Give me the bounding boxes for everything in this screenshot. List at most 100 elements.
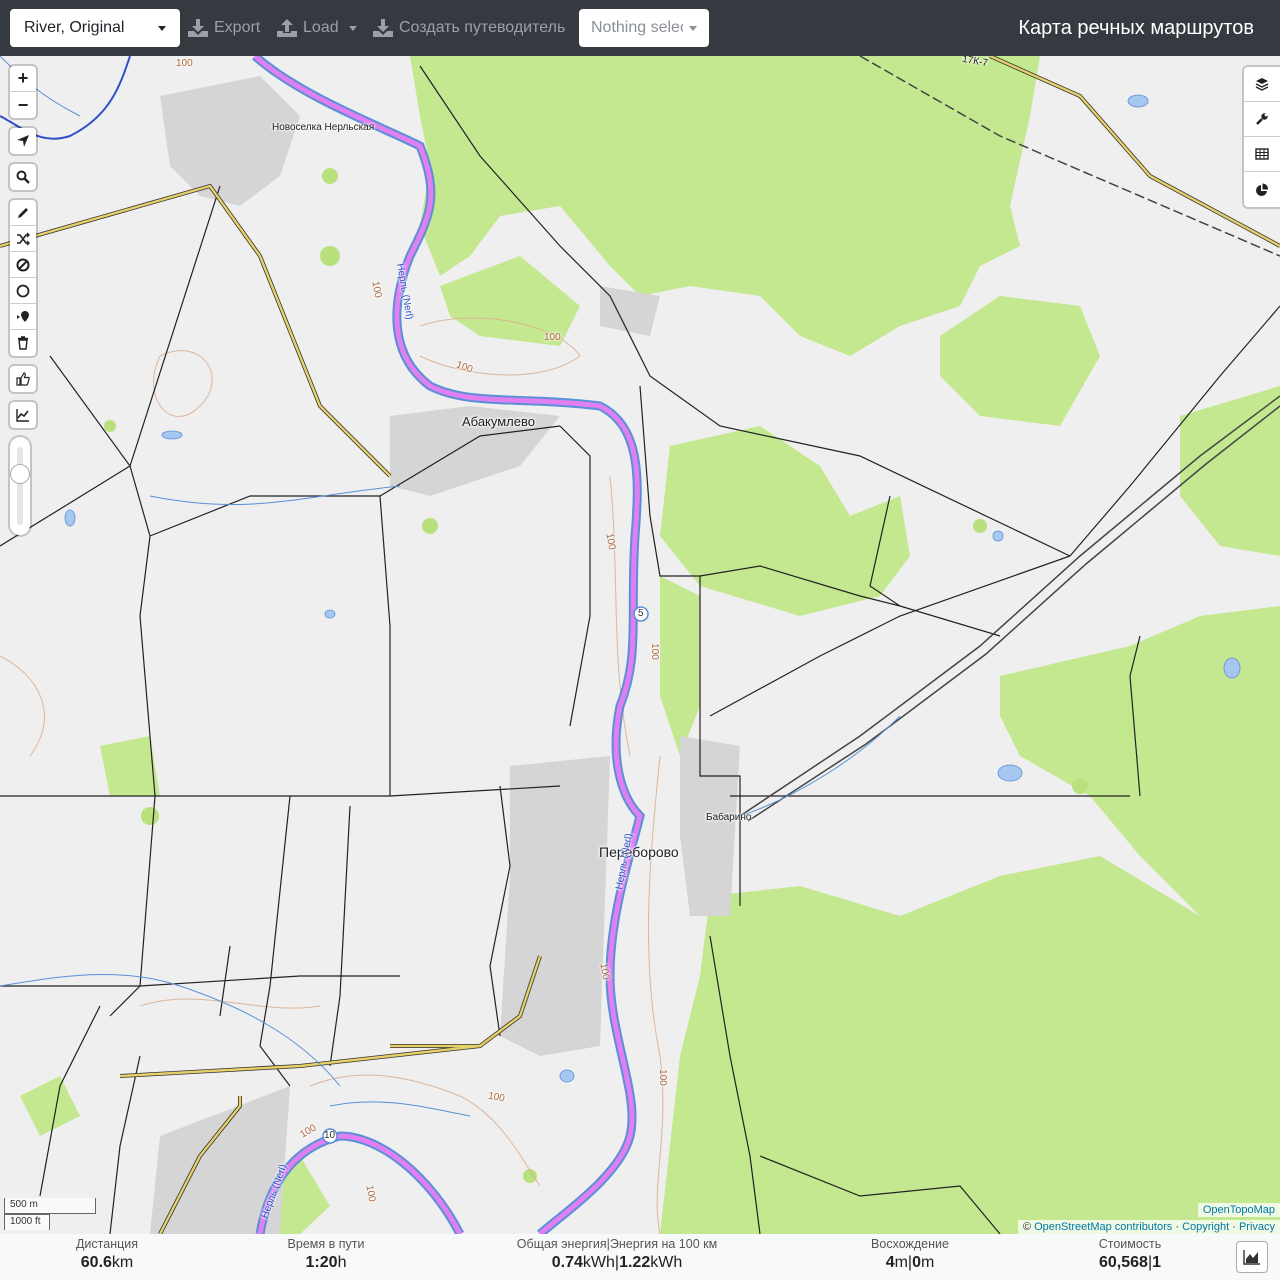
stat-value: 60.6km [44,1254,170,1272]
circle-tool-button[interactable] [10,278,36,304]
scale-metric: 500 m [4,1198,96,1214]
stat-label: Восхождение [871,1237,949,1251]
descent-value: 0 [912,1254,921,1271]
descent-unit: m [920,1254,935,1271]
create-guide-label: Создать путеводитель [399,19,566,36]
location-arrow-icon [17,135,29,147]
app-title: Карта речных маршрутов [1018,16,1254,39]
circle-icon [16,284,30,297]
slider-track [17,447,23,525]
stat-time: Время в пути 1:20h [266,1234,386,1272]
table-icon [1255,148,1269,160]
chevron-down-icon [158,25,166,31]
privacy-link[interactable]: Privacy [1239,1221,1275,1233]
delete-route-button[interactable] [10,330,36,356]
stat-label: Общая энергия|Энергия на 100 км [516,1237,718,1251]
export-label: Export [214,19,261,36]
map-tiles [0,56,1280,1234]
route-marker-label: 10 [324,1130,336,1141]
pencil-icon [18,207,28,218]
attribution: © OpenStreetMap contributors · Copyright… [1017,1220,1280,1234]
opacity-slider[interactable] [10,437,30,535]
distance-unit: km [111,1254,134,1271]
map-canvas[interactable]: Новоселка Нерльская Абакумлево Переборов… [0,56,1280,1234]
wrench-icon [1256,113,1268,125]
place-label-novoselka: Новоселка Нерльская [272,122,375,133]
stat-label: Время в пути [287,1237,365,1251]
right-control-panel [1244,67,1280,207]
place-label-pereborovo: Переборово [599,844,679,860]
osm-link[interactable]: OpenStreetMap contributors [1034,1221,1172,1233]
stat-value: 4m|0m [850,1254,970,1272]
shuffle-icon [17,232,30,245]
copyright-link[interactable]: Copyright [1182,1221,1229,1233]
zoom-in-button[interactable]: + [10,66,36,92]
stat-value: 1:20h [266,1254,386,1272]
load-label: Load [303,19,339,36]
elevation-button[interactable] [10,402,36,428]
ascent-value: 4 [885,1254,895,1271]
navbar: River, Original Export Load Создать путе… [0,0,1280,56]
contour-label: 100 [176,58,193,69]
thumbs-up-button[interactable] [10,366,36,392]
draw-route-button[interactable] [10,200,36,226]
layer-attribution: OpenTopoMap [1197,1203,1280,1217]
download-icon [188,19,208,37]
layers-button[interactable] [1244,67,1280,102]
cost-secondary: 1 [1152,1254,1161,1271]
time-value: 1:20 [305,1254,338,1271]
pie-chart-icon [1256,182,1269,196]
load-button[interactable]: Load [277,9,357,47]
delete-point-button[interactable] [10,252,36,278]
elevation-control [10,402,36,428]
stats-button[interactable] [1244,172,1280,207]
route-select-value: Nothing selected [591,19,683,36]
distance-value: 60.6 [80,1254,112,1271]
ascent-unit: m [894,1254,908,1271]
elevation-chart-button[interactable] [1236,1241,1268,1273]
route-stats-footer: Дистанция 60.6km Время в пути 1:20h Обща… [0,1234,1280,1280]
stat-label: Дистанция [75,1237,139,1251]
upload-icon [277,19,297,37]
place-label-babarino: Бабарино [706,812,752,823]
settings-button[interactable] [1244,102,1280,137]
energy-unit: kWh [650,1254,683,1271]
contour-label: 100 [656,1069,668,1086]
stat-value: 60,568|1 [1070,1254,1190,1272]
energy-per-100: 1.22 [619,1254,651,1271]
time-unit: h [337,1254,347,1271]
slider-handle[interactable] [11,465,29,483]
search-icon [16,170,30,184]
place-label-abakumlevo: Абакумлево [462,414,535,429]
contour-label: 100 [648,643,660,660]
reverse-route-button[interactable] [10,226,36,252]
scale-bar: 500 m 1000 ft [4,1198,96,1230]
poi-button[interactable] [10,304,36,330]
feedback-control [10,366,36,392]
export-button[interactable]: Export [188,9,260,47]
copyright-symbol: © [1022,1221,1032,1233]
search-button[interactable] [10,164,36,190]
line-chart-icon [16,409,29,422]
stat-value: 0.74kWh|1.22kWh [497,1254,737,1272]
area-chart-icon [1243,1250,1260,1265]
attribution-separator: · [1232,1221,1236,1233]
create-guide-button[interactable]: Создать путеводитель [373,9,565,47]
contour-label: 100 [544,332,561,343]
route-select[interactable]: Nothing selected [579,9,709,47]
table-button[interactable] [1244,137,1280,172]
locate-button[interactable] [10,128,36,154]
layers-icon [1255,78,1269,91]
map-marker-icon [17,310,29,322]
opentopomap-link[interactable]: OpenTopoMap [1203,1204,1275,1216]
energy-total: 0.74 [551,1254,583,1271]
profile-select[interactable]: River, Original [10,9,180,47]
route-marker-label: 5 [638,608,644,619]
search-control [10,164,36,190]
energy-unit: kWh [582,1254,615,1271]
locate-control [10,128,36,154]
attribution-separator: · [1175,1221,1179,1233]
zoom-control: + − [10,66,36,118]
zoom-out-button[interactable]: − [10,92,36,118]
cost-value: 60,568 [1099,1254,1148,1271]
